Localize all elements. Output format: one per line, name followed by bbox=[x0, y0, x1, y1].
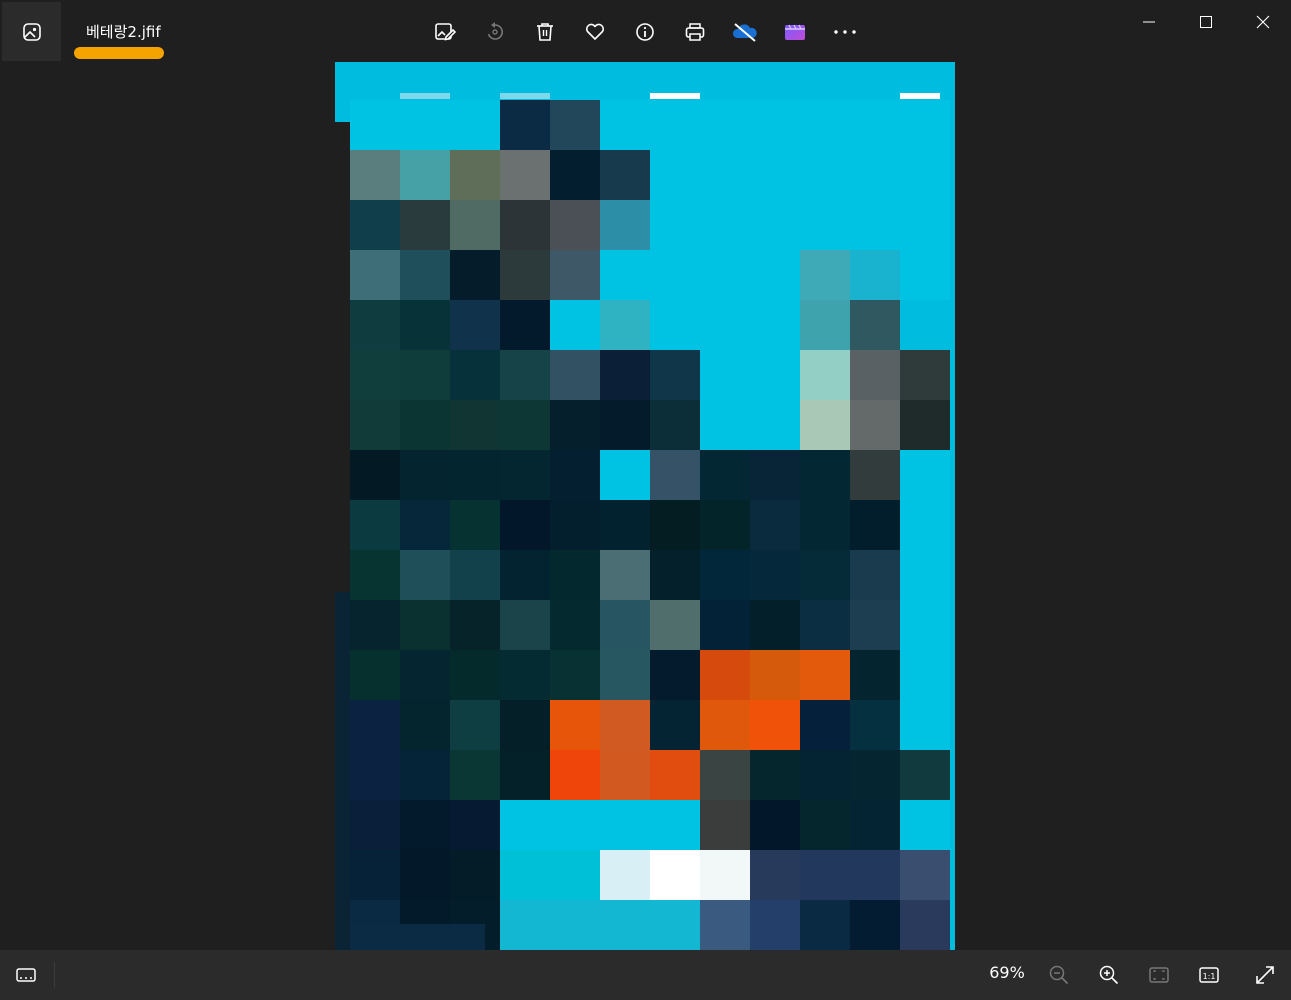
onedrive-button[interactable] bbox=[720, 7, 770, 57]
edit-image-icon bbox=[435, 23, 456, 41]
fullscreen-button[interactable] bbox=[1243, 953, 1287, 997]
clipchamp-icon bbox=[785, 24, 805, 40]
fit-to-window-button[interactable] bbox=[1137, 953, 1181, 997]
window-controls bbox=[1120, 0, 1291, 44]
zoom-out-icon bbox=[1049, 965, 1069, 985]
close-icon bbox=[1256, 15, 1269, 29]
print-button[interactable] bbox=[670, 7, 720, 57]
minimize-icon bbox=[1142, 21, 1155, 23]
zoom-level[interactable]: 69% bbox=[978, 963, 1036, 982]
file-name-title: 베테랑2.jfif bbox=[86, 23, 161, 41]
fit-to-window-icon bbox=[1149, 967, 1169, 983]
file-info-button[interactable] bbox=[620, 7, 670, 57]
clipchamp-button[interactable] bbox=[770, 7, 820, 57]
top-toolbar bbox=[420, 7, 870, 57]
maximize-icon bbox=[1199, 16, 1212, 28]
print-icon bbox=[685, 23, 705, 41]
zoom-in-button[interactable] bbox=[1087, 953, 1131, 997]
title-accent-bar bbox=[74, 47, 164, 59]
more-options-icon bbox=[834, 30, 856, 34]
more-options-button[interactable] bbox=[820, 7, 870, 57]
maximize-button[interactable] bbox=[1177, 0, 1234, 44]
minimize-button[interactable] bbox=[1120, 0, 1177, 44]
zoom-in-icon bbox=[1099, 965, 1119, 985]
svg-text:1:1: 1:1 bbox=[1203, 972, 1216, 981]
pixelated-image bbox=[335, 93, 950, 950]
delete-icon bbox=[537, 23, 553, 41]
rotate-button[interactable] bbox=[470, 7, 520, 57]
edit-image-button[interactable] bbox=[420, 7, 470, 57]
bottom-bar: 69% 1:1 bbox=[0, 950, 1291, 1000]
info-icon bbox=[636, 23, 654, 41]
actual-size-icon: 1:1 bbox=[1199, 967, 1219, 983]
favorite-button[interactable] bbox=[570, 7, 620, 57]
image-viewer[interactable] bbox=[0, 62, 1291, 950]
rotate-icon bbox=[487, 22, 503, 40]
zoom-out-button[interactable] bbox=[1037, 953, 1081, 997]
delete-button[interactable] bbox=[520, 7, 570, 57]
photos-app-button[interactable] bbox=[2, 2, 61, 61]
displayed-photo bbox=[335, 62, 955, 950]
photos-app-icon bbox=[22, 22, 41, 41]
actual-size-button[interactable]: 1:1 bbox=[1187, 953, 1231, 997]
fullscreen-expand-icon bbox=[1256, 966, 1274, 984]
filmstrip-icon bbox=[16, 968, 36, 982]
onedrive-off-icon bbox=[732, 23, 757, 42]
title-bar: 베테랑2.jfif bbox=[0, 0, 1291, 62]
bottom-divider bbox=[54, 962, 55, 988]
favorite-heart-icon bbox=[585, 23, 605, 40]
close-button[interactable] bbox=[1234, 0, 1291, 44]
filmstrip-toggle-button[interactable] bbox=[3, 953, 49, 997]
